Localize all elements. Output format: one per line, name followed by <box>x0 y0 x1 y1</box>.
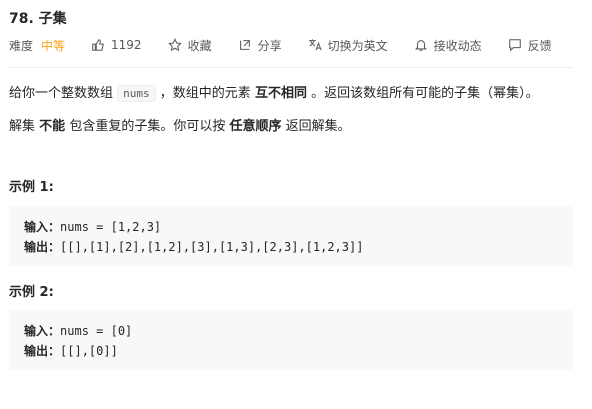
example-1-block: 输入：nums = [1,2,3] 输出：[[],[1],[2],[1,2],[… <box>9 206 573 266</box>
description-paragraph-2: 解集 不能 包含重复的子集。你可以按 任意顺序 返回解集。 <box>9 115 351 134</box>
header-divider <box>9 67 573 68</box>
output-label: 输出： <box>24 240 61 254</box>
example-1-input-line: 输入：nums = [1,2,3] <box>24 218 161 235</box>
problem-meta-bar: 难度 中等 1192 收藏 分享 切换为英文 接收动态 反馈 <box>9 36 578 54</box>
problem-title: 78. 子集 <box>9 11 67 27</box>
favorite-label: 收藏 <box>187 38 212 53</box>
switch-language-label: 切换为英文 <box>327 38 388 53</box>
switch-language-button[interactable]: 切换为英文 <box>308 37 388 54</box>
input-value: nums = [1,2,3] <box>60 220 162 234</box>
example-1-title: 示例 1: <box>9 180 54 195</box>
favorite-button[interactable]: 收藏 <box>167 37 212 54</box>
description-text: ，数组中的元素 <box>159 86 251 101</box>
example-2-block: 输入：nums = [0] 输出：[[],[0]] <box>9 310 573 370</box>
star-icon <box>167 38 182 52</box>
example-2-title: 示例 2: <box>9 285 54 300</box>
share-label: 分享 <box>257 38 282 53</box>
description-bold: 不能 <box>39 119 66 134</box>
output-value: [[],[1],[2],[1,2],[3],[1,3],[2,3],[1,2,3… <box>60 240 364 254</box>
feedback-icon <box>508 39 521 52</box>
description-text: 包含重复的子集。你可以按 <box>69 119 226 134</box>
description-text: 返回解集。 <box>285 119 351 134</box>
difficulty-label: 难度 <box>9 38 34 53</box>
input-value: nums = [0] <box>60 324 133 338</box>
share-icon <box>239 40 250 50</box>
feedback-label: 反馈 <box>527 38 552 53</box>
example-2-output-line: 输出：[[],[0]] <box>24 342 118 359</box>
input-label: 输入： <box>24 220 61 234</box>
thumbs-up-icon <box>92 39 104 51</box>
bell-icon <box>414 40 427 51</box>
like-button[interactable]: 1192 <box>91 38 142 52</box>
feedback-button[interactable]: 反馈 <box>508 37 552 54</box>
share-button[interactable]: 分享 <box>238 37 282 54</box>
like-count: 1192 <box>111 38 142 52</box>
output-label: 输出： <box>24 344 61 358</box>
difficulty-value: 中等 <box>41 38 66 53</box>
example-2-input-line: 输入：nums = [0] <box>24 322 132 339</box>
input-label: 输入： <box>24 324 61 338</box>
translate-icon <box>308 39 322 51</box>
description-paragraph-1: 给你一个整数数组 nums ，数组中的元素 互不相同 。返回该数组所有可能的子集… <box>9 82 539 102</box>
notify-button[interactable]: 接收动态 <box>414 37 482 54</box>
example-1-output-line: 输出：[[],[1],[2],[1,2],[3],[1,3],[2,3],[1,… <box>24 238 363 255</box>
description-bold: 任意顺序 <box>229 119 282 134</box>
notify-label: 接收动态 <box>433 38 482 53</box>
description-bold: 互不相同 <box>254 86 307 101</box>
description-text: 给你一个整数数组 <box>9 86 114 101</box>
description-text: 。返回该数组所有可能的子集（幂集）。 <box>311 86 539 101</box>
output-value: [[],[0]] <box>60 344 118 358</box>
inline-code-nums: nums <box>117 85 156 102</box>
description-text: 解集 <box>9 119 36 134</box>
